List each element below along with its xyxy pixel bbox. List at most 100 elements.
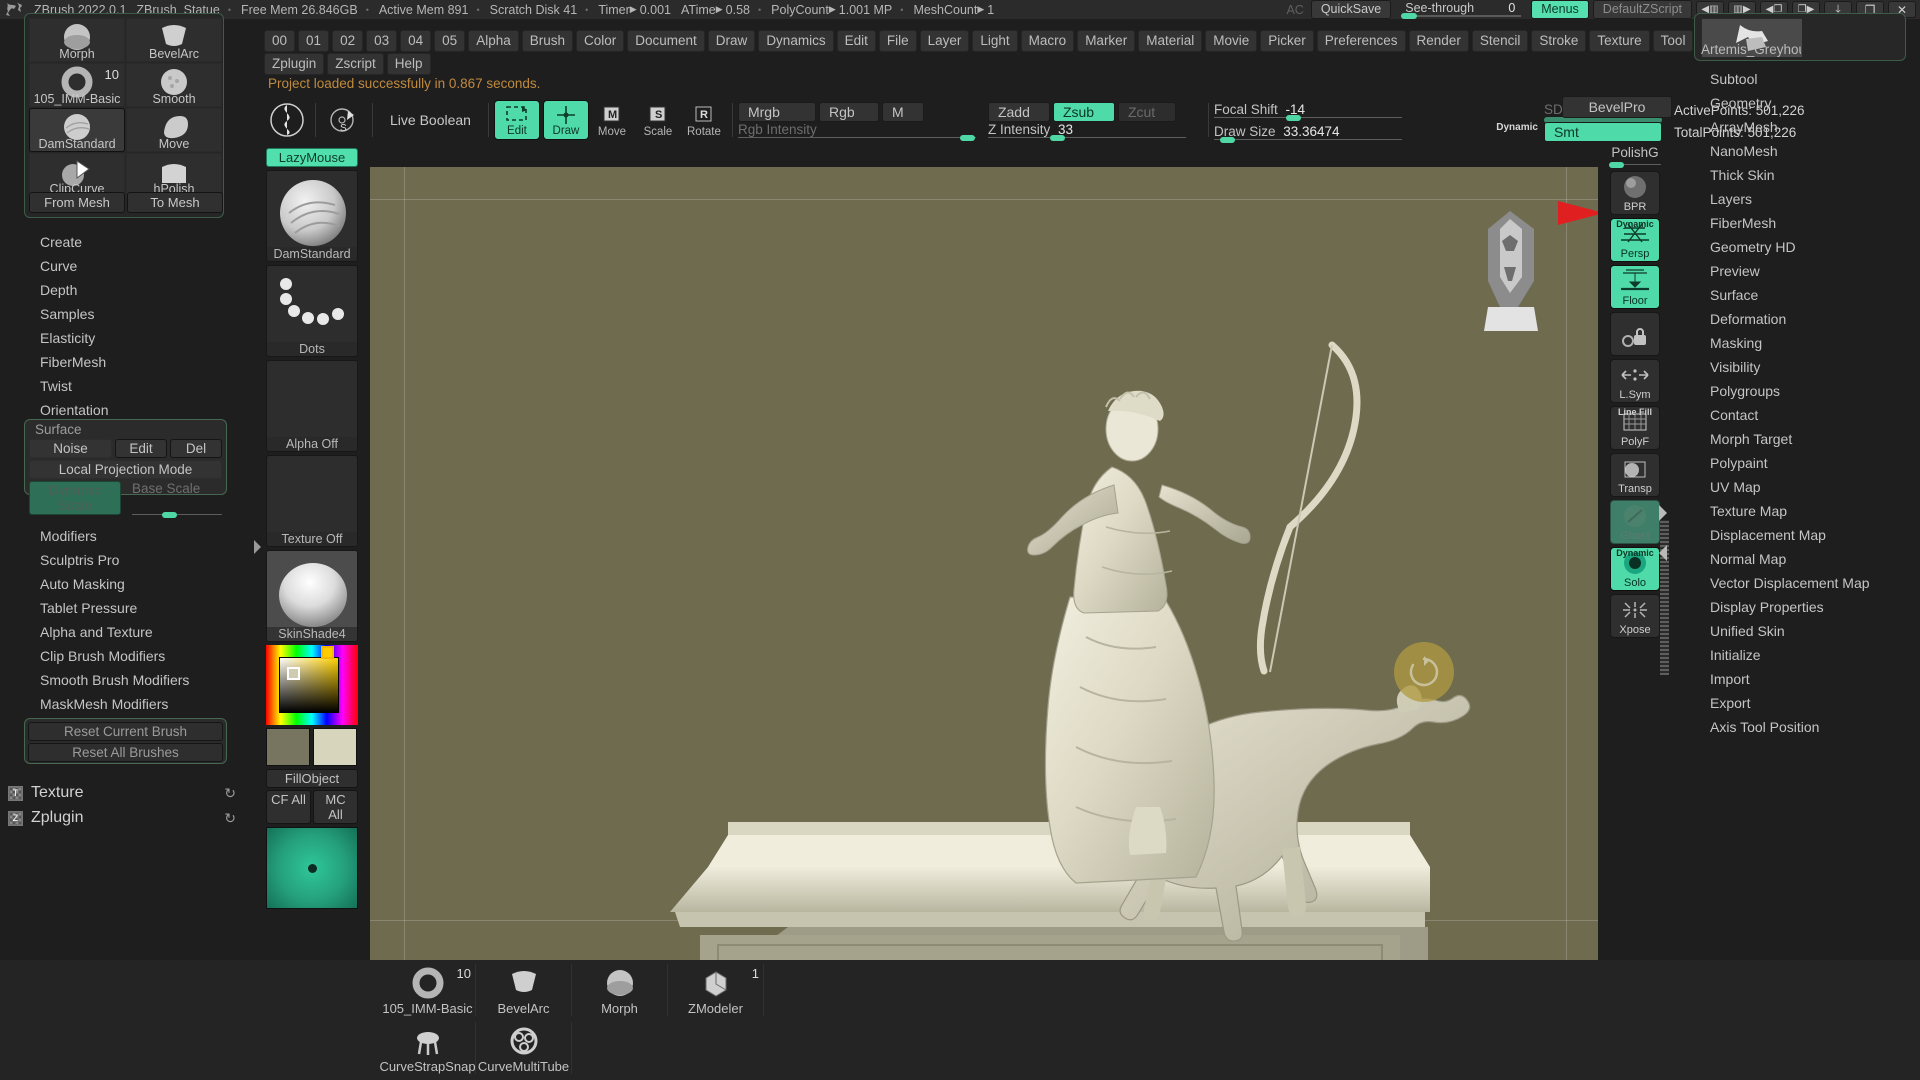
menu-item-macro[interactable]: Macro	[1020, 30, 1075, 52]
tool-section-initialize[interactable]: Initialize	[1700, 643, 1915, 667]
menus-button[interactable]: Menus	[1531, 0, 1589, 19]
tool-section-geometry-hd[interactable]: Geometry HD	[1700, 235, 1915, 259]
primary-color-swatch[interactable]	[313, 728, 357, 766]
menu-item-05[interactable]: 05	[434, 30, 466, 52]
tool-section-uv-map[interactable]: UV Map	[1700, 475, 1915, 499]
display-toggle-transp[interactable]: Transp	[1610, 453, 1660, 497]
tool-section-morph-target[interactable]: Morph Target	[1700, 427, 1915, 451]
brush-section-fibermesh[interactable]: FiberMesh	[30, 350, 240, 374]
see-through-slider[interactable]: See-through 0	[1399, 0, 1527, 19]
color-picker-gradient[interactable]	[279, 657, 339, 713]
brush-section-alpha-and-texture[interactable]: Alpha and Texture	[30, 620, 240, 644]
to-mesh-button[interactable]: To Mesh	[127, 192, 223, 213]
active-material-sphere-icon[interactable]	[266, 827, 358, 909]
menu-item-01[interactable]: 01	[298, 30, 330, 52]
quicksave-button[interactable]: QuickSave	[1310, 0, 1392, 19]
panel-collapse-left-icon[interactable]	[1659, 545, 1667, 561]
menu-item-help[interactable]: Help	[386, 53, 431, 75]
draw-mode-button[interactable]: Draw	[542, 100, 589, 140]
display-toggle-local-transform-lock-icon[interactable]	[1610, 312, 1660, 356]
tool-section-fibermesh[interactable]: FiberMesh	[1700, 211, 1915, 235]
tool-section-surface[interactable]: Surface	[1700, 283, 1915, 307]
menu-item-03[interactable]: 03	[366, 30, 398, 52]
tool-section-polygroups[interactable]: Polygroups	[1700, 379, 1915, 403]
menu-item-document[interactable]: Document	[627, 30, 705, 52]
menu-item-render[interactable]: Render	[1408, 30, 1469, 52]
tool-section-normal-map[interactable]: Normal Map	[1700, 547, 1915, 571]
noise-edit-button[interactable]: Edit	[115, 439, 167, 458]
menu-item-texture[interactable]: Texture	[1589, 30, 1650, 52]
from-mesh-button[interactable]: From Mesh	[29, 192, 125, 213]
menu-item-marker[interactable]: Marker	[1077, 30, 1136, 52]
menu-item-dynamics[interactable]: Dynamics	[758, 30, 834, 52]
brush-section-samples[interactable]: Samples	[30, 302, 240, 326]
tool-section-unified-skin[interactable]: Unified Skin	[1700, 619, 1915, 643]
rotate-mode-button[interactable]: R Rotate	[681, 100, 727, 140]
local-projection-mode-button[interactable]: Local Projection Mode	[29, 460, 222, 479]
brush-cell-105-imm-basic[interactable]: 10 105_IMM-Basic	[29, 63, 125, 107]
menu-item-light[interactable]: Light	[972, 30, 1018, 52]
tool-section-arraymesh[interactable]: ArrayMesh	[1700, 115, 1915, 139]
menu-item-zscript[interactable]: Zscript	[327, 53, 384, 75]
display-toggle-ghost[interactable]: Ghost	[1610, 500, 1660, 544]
display-toggle-bpr[interactable]: BPR	[1610, 171, 1660, 215]
texture-thumbnail[interactable]: Texture Off	[266, 455, 358, 547]
reset-all-brushes-button[interactable]: Reset All Brushes	[28, 743, 223, 762]
brush-section-tablet-pressure[interactable]: Tablet Pressure	[30, 596, 240, 620]
zplugin-palette-row[interactable]: Z Zplugin ↻	[8, 809, 236, 827]
viewport-canvas[interactable]: Ἄρτεμις	[370, 167, 1598, 960]
rgb-intensity-slider[interactable]: Rgb Intensity	[737, 122, 978, 141]
tool-section-nanomesh[interactable]: NanoMesh	[1700, 139, 1915, 163]
menu-item-02[interactable]: 02	[332, 30, 364, 52]
zscript-name-button[interactable]: DefaultZScript	[1592, 0, 1692, 19]
base-scale-slider[interactable]: Base Scale	[124, 481, 222, 518]
mc-all-button[interactable]: MC All	[313, 790, 358, 824]
menu-item-tool[interactable]: Tool	[1652, 30, 1694, 52]
navigation-gizmo[interactable]	[1458, 189, 1598, 331]
noise-button[interactable]: Noise	[29, 439, 112, 458]
menu-item-alpha[interactable]: Alpha	[468, 30, 519, 52]
cf-all-button[interactable]: CF All	[266, 790, 311, 824]
menu-item-zplugin[interactable]: Zplugin	[264, 53, 325, 75]
base-scale-knob[interactable]	[162, 512, 177, 518]
stroke-thumbnail[interactable]: Dots	[266, 265, 358, 357]
edit-mode-button[interactable]: Edit	[493, 100, 540, 140]
tool-section-export[interactable]: Export	[1700, 691, 1915, 715]
brush-cell-hpolish[interactable]: hPolish	[126, 153, 222, 197]
draw-size-knob[interactable]	[1219, 137, 1235, 143]
display-toggle-solo[interactable]: Dynamic Solo	[1610, 547, 1660, 591]
polishg-knob[interactable]	[1609, 162, 1624, 168]
brush-section-curve[interactable]: Curve	[30, 254, 240, 278]
brush-section-create[interactable]: Create	[30, 230, 240, 254]
alpha-thumbnail[interactable]: Alpha Off	[266, 360, 358, 452]
tool-section-polypaint[interactable]: Polypaint	[1700, 451, 1915, 475]
brush-section-twist[interactable]: Twist	[30, 374, 240, 398]
secondary-color-swatch[interactable]	[266, 728, 310, 766]
tool-section-subtool[interactable]: Subtool	[1700, 67, 1915, 91]
menu-item-picker[interactable]: Picker	[1260, 30, 1314, 52]
focal-shift-slider[interactable]: Focal Shift -14	[1213, 102, 1404, 121]
bottom-brush-105-imm-basic[interactable]: 10 105_IMM-Basic	[380, 964, 476, 1016]
current-tool-header[interactable]: Artemis_Greyhound	[1694, 13, 1906, 61]
move-mode-button[interactable]: M Move	[589, 100, 635, 140]
brush-section-elasticity[interactable]: Elasticity	[30, 326, 240, 350]
tool-section-masking[interactable]: Masking	[1700, 331, 1915, 355]
see-through-knob[interactable]	[1401, 13, 1418, 19]
tool-section-axis-tool-position[interactable]: Axis Tool Position	[1700, 715, 1915, 739]
brush-section-maskmesh-modifiers[interactable]: MaskMesh Modifiers	[30, 692, 240, 716]
menu-item-preferences[interactable]: Preferences	[1316, 30, 1406, 52]
saturation-value-handle[interactable]	[287, 667, 300, 680]
tool-section-texture-map[interactable]: Texture Map	[1700, 499, 1915, 523]
refresh-icon[interactable]: ↻	[224, 810, 236, 827]
bottom-brush-zmodeler[interactable]: 1 ZModeler	[668, 964, 764, 1016]
rgb-button[interactable]: Rgb	[818, 102, 879, 122]
zcut-button[interactable]: Zcut	[1117, 102, 1176, 122]
material-thumbnail[interactable]: SkinShade4	[266, 550, 358, 642]
menu-item-stroke[interactable]: Stroke	[1531, 30, 1587, 52]
mrgb-button[interactable]: Mrgb	[737, 102, 816, 122]
tool-section-deformation[interactable]: Deformation	[1700, 307, 1915, 331]
display-toggle-floor[interactable]: Floor	[1610, 265, 1660, 309]
tool-section-preview[interactable]: Preview	[1700, 259, 1915, 283]
tool-section-contact[interactable]: Contact	[1700, 403, 1915, 427]
brush-cell-clipcurve[interactable]: ClipCurve	[29, 153, 125, 197]
